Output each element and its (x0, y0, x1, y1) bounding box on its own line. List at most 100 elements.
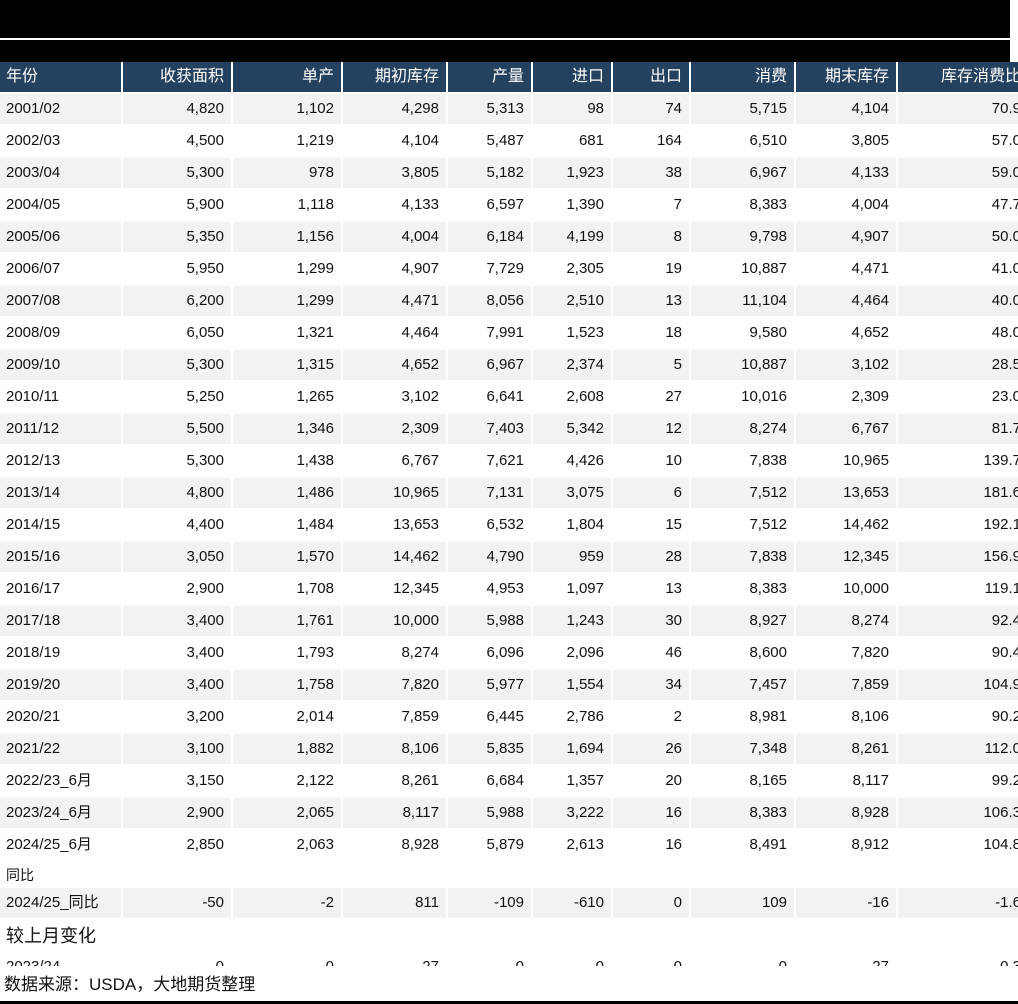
cell-yield[interactable]: 1,299 (232, 253, 343, 286)
cell-ratio[interactable]: 40.0 (897, 285, 1018, 318)
column-header-yield[interactable]: 单产 (232, 62, 343, 94)
table-row[interactable]: 2013/14 4,800 1,486 10,965 7,131 3,075 6 7,512 1… (0, 477, 1018, 510)
cell-consume[interactable]: 8,383 (690, 797, 796, 830)
cell-yield[interactable]: 1,758 (232, 669, 343, 702)
cell-year[interactable]: 2014/15 (0, 509, 123, 542)
cell-prod[interactable]: 6,684 (447, 765, 533, 798)
cell-yield[interactable]: 1,156 (232, 221, 343, 254)
cell-export[interactable]: 6 (612, 477, 691, 510)
cell-import[interactable]: 2,786 (532, 701, 613, 734)
cell-import[interactable]: 681 (532, 125, 613, 158)
table-row[interactable]: 2007/08 6,200 1,299 4,471 8,056 2,510 13 11,104… (0, 285, 1018, 318)
cell-yield[interactable]: 1,793 (232, 637, 343, 670)
cell-begin[interactable]: 14,462 (342, 541, 448, 574)
cell-end[interactable]: 14,462 (795, 509, 898, 542)
cell-begin[interactable]: 4,104 (342, 125, 448, 158)
cell-consume[interactable]: 8,383 (690, 573, 796, 606)
cell-begin[interactable]: 8,106 (342, 733, 448, 766)
cell-area[interactable]: 2,900 (122, 573, 233, 606)
cell-consume[interactable]: 8,274 (690, 413, 796, 446)
cell-consume[interactable]: 109 (690, 888, 796, 920)
cell-year[interactable]: 2022/23_6月 (0, 765, 123, 798)
cell-consume[interactable]: 7,838 (690, 541, 796, 574)
cell-import[interactable]: 98 (532, 93, 613, 126)
cell-import[interactable]: 2,374 (532, 349, 613, 382)
cell-year[interactable]: 2004/05 (0, 189, 123, 222)
cell-export[interactable]: 38 (612, 157, 691, 190)
cell-yield[interactable]: 1,346 (232, 413, 343, 446)
cell-begin[interactable]: 3,805 (342, 157, 448, 190)
cell-area[interactable]: 4,820 (122, 93, 233, 126)
cell-ratio[interactable]: 59.0 (897, 157, 1018, 190)
cell-begin[interactable]: 6,767 (342, 445, 448, 478)
cell-yield[interactable]: 1,484 (232, 509, 343, 542)
cell-prod[interactable]: 7,403 (447, 413, 533, 446)
cell-begin[interactable]: 4,907 (342, 253, 448, 286)
column-header-begin[interactable]: 期初库存 (342, 62, 448, 94)
cell-begin[interactable]: 3,102 (342, 381, 448, 414)
cell-import[interactable]: 1,694 (532, 733, 613, 766)
cell-yield[interactable]: 2,063 (232, 829, 343, 862)
cell-consume[interactable]: 5,715 (690, 93, 796, 126)
cell-yield[interactable]: 1,438 (232, 445, 343, 478)
table-row[interactable]: 2020/21 3,200 2,014 7,859 6,445 2,786 2 8,981 8,… (0, 701, 1018, 734)
cell-end[interactable]: 8,117 (795, 765, 898, 798)
cell-area[interactable]: 5,300 (122, 349, 233, 382)
cell-import[interactable]: 5,342 (532, 413, 613, 446)
cell-ratio[interactable]: 81.7 (897, 413, 1018, 446)
cell-yield[interactable]: 1,882 (232, 733, 343, 766)
cell-area[interactable]: 6,050 (122, 317, 233, 350)
cell-yield[interactable]: 1,299 (232, 285, 343, 318)
table-row[interactable]: 2001/02 4,820 1,102 4,298 5,313 98 74 5,715 4,10… (0, 93, 1018, 126)
cell-end[interactable]: 4,464 (795, 285, 898, 318)
cell-area[interactable]: 5,350 (122, 221, 233, 254)
cell-year[interactable]: 2023/24_6月 (0, 797, 123, 830)
cell-import[interactable]: 1,243 (532, 605, 613, 638)
cell-area[interactable]: 5,500 (122, 413, 233, 446)
cell-import[interactable]: 2,096 (532, 637, 613, 670)
cell-begin[interactable]: 4,004 (342, 221, 448, 254)
cell-consume[interactable]: 8,165 (690, 765, 796, 798)
cell-prod[interactable]: 5,988 (447, 605, 533, 638)
cell-begin[interactable]: 10,000 (342, 605, 448, 638)
cell-end[interactable]: 6,767 (795, 413, 898, 446)
cell-ratio[interactable]: 90.2 (897, 701, 1018, 734)
column-header-area[interactable]: 收获面积 (122, 62, 233, 94)
cell-end[interactable]: -16 (795, 888, 898, 920)
table-row[interactable]: 2011/12 5,500 1,346 2,309 7,403 5,342 12 8,274 6… (0, 413, 1018, 446)
cell-prod[interactable]: -109 (447, 888, 533, 920)
cell-prod[interactable]: 8,056 (447, 285, 533, 318)
table-row[interactable]: 2006/07 5,950 1,299 4,907 7,729 2,305 19 10,887… (0, 253, 1018, 286)
cell-begin[interactable]: 4,652 (342, 349, 448, 382)
cell-end[interactable]: 3,805 (795, 125, 898, 158)
cell-area[interactable]: 6,200 (122, 285, 233, 318)
cell-import[interactable]: 1,390 (532, 189, 613, 222)
cell-begin[interactable]: 4,298 (342, 93, 448, 126)
cell-import[interactable]: -610 (532, 888, 613, 920)
cell-prod[interactable]: 6,184 (447, 221, 533, 254)
cell-ratio[interactable]: 48.0 (897, 317, 1018, 350)
cell-export[interactable]: 20 (612, 765, 691, 798)
cell-ratio[interactable]: 104.8 (897, 829, 1018, 862)
cell-prod[interactable]: 7,621 (447, 445, 533, 478)
cell-ratio[interactable]: 119.1 (897, 573, 1018, 606)
cell-prod[interactable]: 6,597 (447, 189, 533, 222)
column-header-prod[interactable]: 产量 (447, 62, 533, 94)
cell-year[interactable]: 2019/20 (0, 669, 123, 702)
cell-end[interactable]: 2,309 (795, 381, 898, 414)
cell-ratio[interactable]: -1.6 (897, 888, 1018, 920)
cell-import[interactable]: 1,804 (532, 509, 613, 542)
cell-year[interactable]: 2018/19 (0, 637, 123, 670)
cell-area[interactable]: 3,050 (122, 541, 233, 574)
cell-area[interactable]: 5,300 (122, 157, 233, 190)
cell-export[interactable]: 28 (612, 541, 691, 574)
cell-begin[interactable]: 8,928 (342, 829, 448, 862)
cell-yield[interactable]: 1,118 (232, 189, 343, 222)
cell-yield[interactable]: 1,219 (232, 125, 343, 158)
cell-yield[interactable]: 1,761 (232, 605, 343, 638)
table-row[interactable]: 2015/16 3,050 1,570 14,462 4,790 959 28 7,838 12… (0, 541, 1018, 574)
table-row[interactable]: 2024/25_同比-50-2811-109-6100109-16-1.6 (0, 888, 1018, 920)
cell-import[interactable]: 2,608 (532, 381, 613, 414)
cell-yield[interactable]: 1,321 (232, 317, 343, 350)
cell-year[interactable]: 2024/25_6月 (0, 829, 123, 862)
